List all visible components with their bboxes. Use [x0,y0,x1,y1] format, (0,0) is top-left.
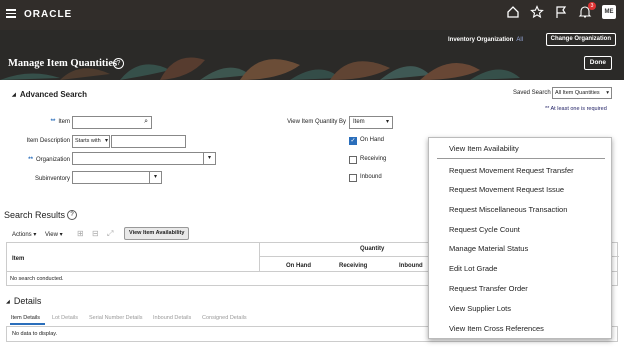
menu-item-request-movement-request-transfer[interactable]: Request Movement Request Transfer [449,166,574,175]
menu-item-view-item-availability[interactable]: View Item Availability [449,144,519,153]
freeze-icon[interactable]: ⊞ [77,229,84,238]
item-input[interactable]: ⌕ [72,116,152,129]
organization-label: ** Organization [28,157,70,163]
menu-item-request-transfer-order[interactable]: Request Transfer Order [449,284,528,293]
inventory-organization-value: All [516,37,523,43]
search-icon[interactable]: ⌕ [144,118,148,126]
banner-leaf-pattern [0,57,520,80]
tab-item-details[interactable]: Item Details [11,315,40,321]
oracle-logo[interactable]: ORACLE [24,9,72,20]
empty-results-message: No search conducted. [10,276,64,282]
details-header[interactable]: Details [6,296,42,306]
tab-inbound-details[interactable]: Inbound Details [153,315,191,321]
inbound-label: Inbound [360,174,382,180]
notifications-bell-icon[interactable]: 3 [578,2,596,19]
tab-lot-details[interactable]: Lot Details [52,315,78,321]
active-tab-indicator [10,323,45,325]
inbound-checkbox[interactable] [349,174,357,182]
search-results-header: Search Results [4,210,66,220]
navigator-menu-icon[interactable] [6,9,16,18]
change-organization-button[interactable]: Change Organization [545,33,616,46]
menu-item-view-supplier-lots[interactable]: View Supplier Lots [449,304,511,313]
item-description-operator-select[interactable]: Starts with ▾ [72,135,110,148]
tab-consigned-details[interactable]: Consigned Details [202,315,247,321]
help-icon[interactable]: ? [67,210,77,220]
column-divider [259,242,260,272]
notification-count-badge: 3 [588,2,596,10]
menu-item-manage-material-status[interactable]: Manage Material Status [449,244,528,253]
chevron-down-icon: ▾ [104,138,108,144]
empty-details-message: No data to display. [12,331,58,337]
item-description-label: Item Description [26,138,70,144]
inventory-organization-label: Inventory Organization All [448,37,523,43]
subinventory-label: Subinventory [34,176,70,182]
item-label-text: Item [58,119,70,125]
watchlist-flag-icon[interactable] [554,5,568,19]
menu-item-request-cycle-count[interactable]: Request Cycle Count [449,225,520,234]
saved-search-select[interactable]: All Item Quantities ▾ [552,87,612,99]
receiving-label: Receiving [360,156,387,162]
organization-select[interactable]: ▾ [72,152,216,165]
page-banner [0,30,624,80]
view-menu[interactable]: View ▾ [45,231,63,238]
user-avatar[interactable]: ME [602,5,616,19]
wrap-icon[interactable]: ⤢ [107,229,113,239]
column-header-item[interactable]: Item [12,256,24,262]
menu-item-request-movement-request-issue[interactable]: Request Movement Request Issue [449,185,564,194]
column-header-quantity: Quantity [360,246,385,252]
chevron-down-icon: ▾ [385,119,389,125]
view-by-label: View Item Quantity By [287,119,346,125]
on-hand-label: On Hand [360,137,385,143]
inventory-organization-text: Inventory Organization [447,37,514,43]
saved-search-label: Saved Search [513,90,551,96]
actions-label: Actions [12,232,32,238]
chevron-down-icon[interactable]: ▾ [149,172,161,183]
view-label: View [45,232,58,238]
chevron-down-icon[interactable]: ▾ [203,153,215,164]
view-by-value: Item [353,119,365,125]
global-header: ORACLE 3 ME [0,0,624,30]
on-hand-checkbox[interactable]: ✓ [349,137,357,145]
tab-serial-number-details[interactable]: Serial Number Details [89,315,143,321]
view-by-select[interactable]: Item ▾ [349,116,393,129]
page-title: Manage Item Quantities [8,58,118,69]
favorites-star-icon[interactable] [530,5,544,19]
required-note: ** At least one is required [545,106,607,112]
actions-menu[interactable]: Actions ▾ [12,231,36,238]
item-description-operator-value: Starts with [75,138,101,144]
home-icon[interactable] [506,5,520,19]
detach-icon[interactable]: ⊟ [92,229,99,238]
advanced-search-header[interactable]: Advanced Search [12,90,87,99]
menu-item-request-miscellaneous-transaction[interactable]: Request Miscellaneous Transaction [449,205,567,214]
column-header-receiving[interactable]: Receiving [339,263,367,269]
saved-search-value: All Item Quantities [555,90,600,96]
actions-dropdown-menu: View Item Availability Request Movement … [428,137,612,339]
receiving-checkbox[interactable] [349,156,357,164]
help-icon[interactable]: ? [113,58,124,69]
chevron-down-icon: ▾ [606,90,609,96]
menu-item-edit-lot-grade[interactable]: Edit Lot Grade [449,264,497,273]
subinventory-select[interactable]: ▾ [72,171,162,184]
menu-separator [437,158,605,159]
done-button[interactable]: Done [583,56,612,70]
column-header-inbound[interactable]: Inbound [399,263,423,269]
item-label: ** Item [50,119,70,125]
column-header-on-hand[interactable]: On Hand [286,263,311,269]
view-item-availability-button[interactable]: View Item Availability [124,227,190,240]
organization-label-text: Organization [35,157,70,163]
menu-item-view-item-cross-references[interactable]: View Item Cross References [449,324,544,333]
item-description-input[interactable] [111,135,186,148]
